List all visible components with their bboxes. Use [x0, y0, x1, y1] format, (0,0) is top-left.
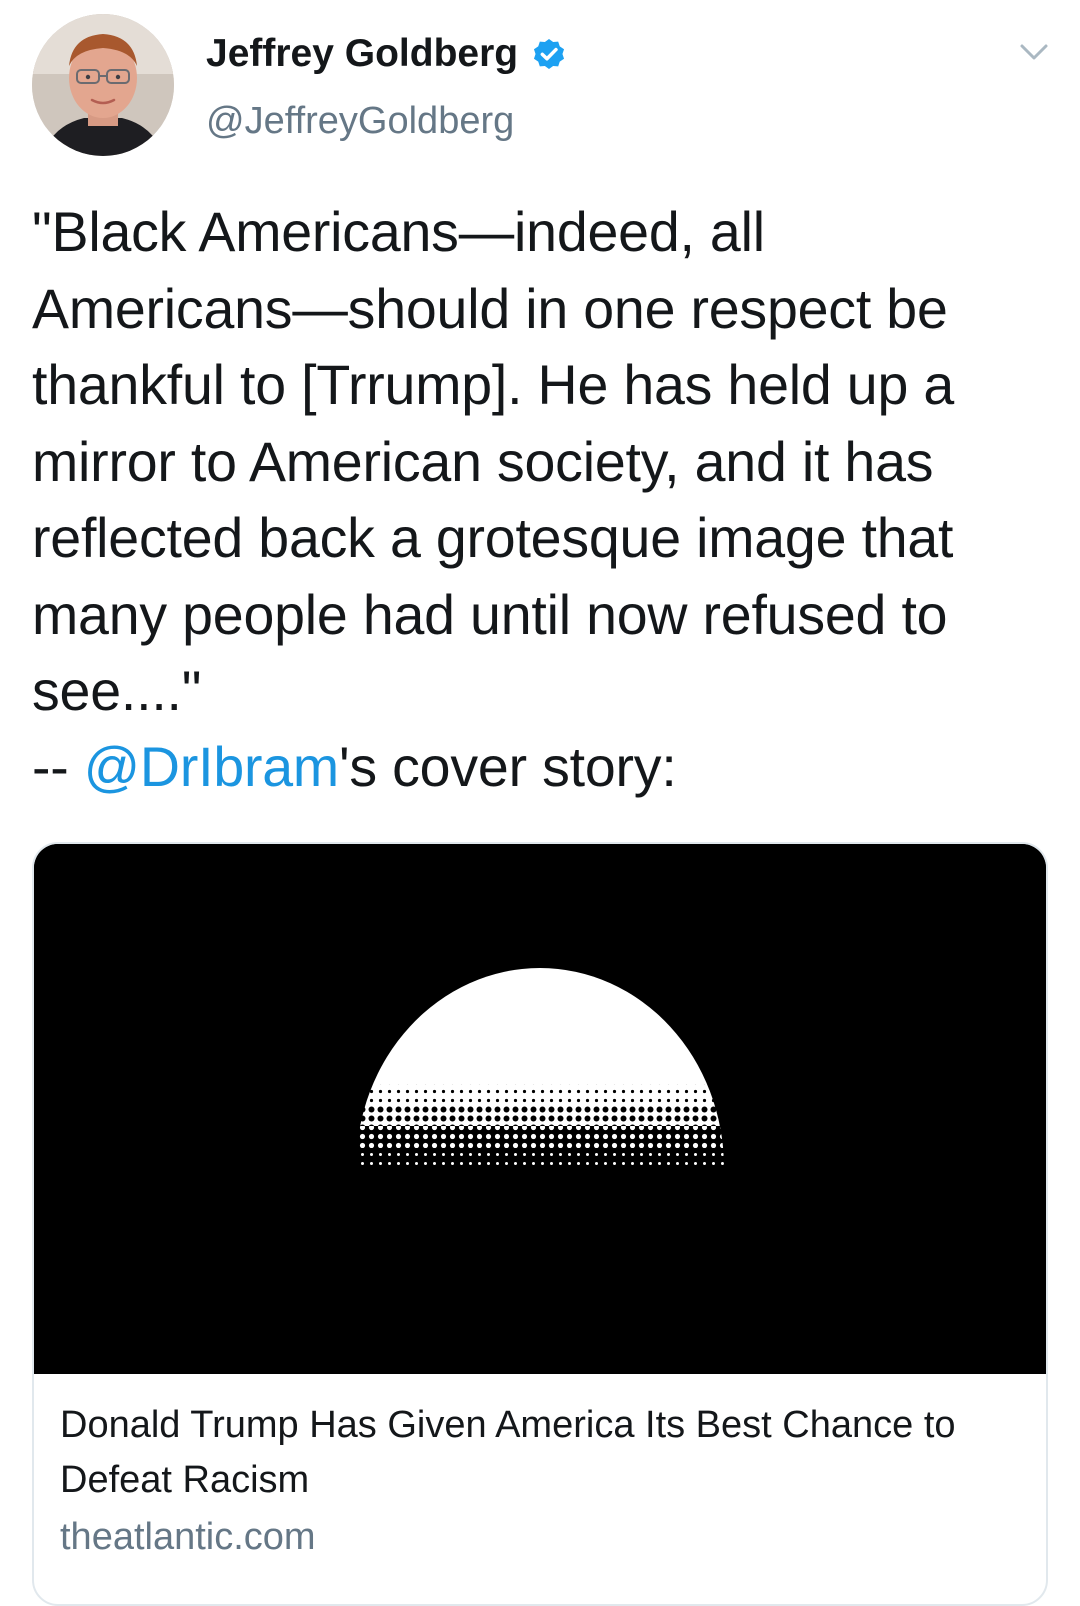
- tweet-attribution: -- @DrIbram's cover story:: [32, 729, 677, 806]
- author-name[interactable]: Jeffrey Goldberg: [206, 30, 568, 78]
- author-handle[interactable]: @JeffreyGoldberg: [206, 98, 514, 144]
- verified-badge-icon: [534, 38, 565, 70]
- chevron-down-icon[interactable]: [1014, 36, 1054, 68]
- tweet-text: "Black Americans—indeed, all Americans—s…: [32, 201, 954, 722]
- mention-link[interactable]: @DrIbram: [84, 736, 339, 798]
- card-image: [34, 844, 1046, 1374]
- avatar[interactable]: [32, 14, 174, 156]
- link-card[interactable]: Donald Trump Has Given America Its Best …: [32, 842, 1048, 1606]
- halftone-dome-image: [34, 844, 1046, 1374]
- avatar-photo: [32, 14, 174, 156]
- attribution-prefix: --: [32, 736, 84, 798]
- attribution-suffix: 's cover story:: [338, 736, 677, 798]
- tweet: Jeffrey Goldberg @JeffreyGoldberg "Black…: [0, 0, 1080, 1606]
- card-domain: theatlantic.com: [60, 1516, 316, 1558]
- card-title: Donald Trump Has Given America Its Best …: [60, 1404, 956, 1501]
- author-name-text: Jeffrey Goldberg: [206, 32, 519, 75]
